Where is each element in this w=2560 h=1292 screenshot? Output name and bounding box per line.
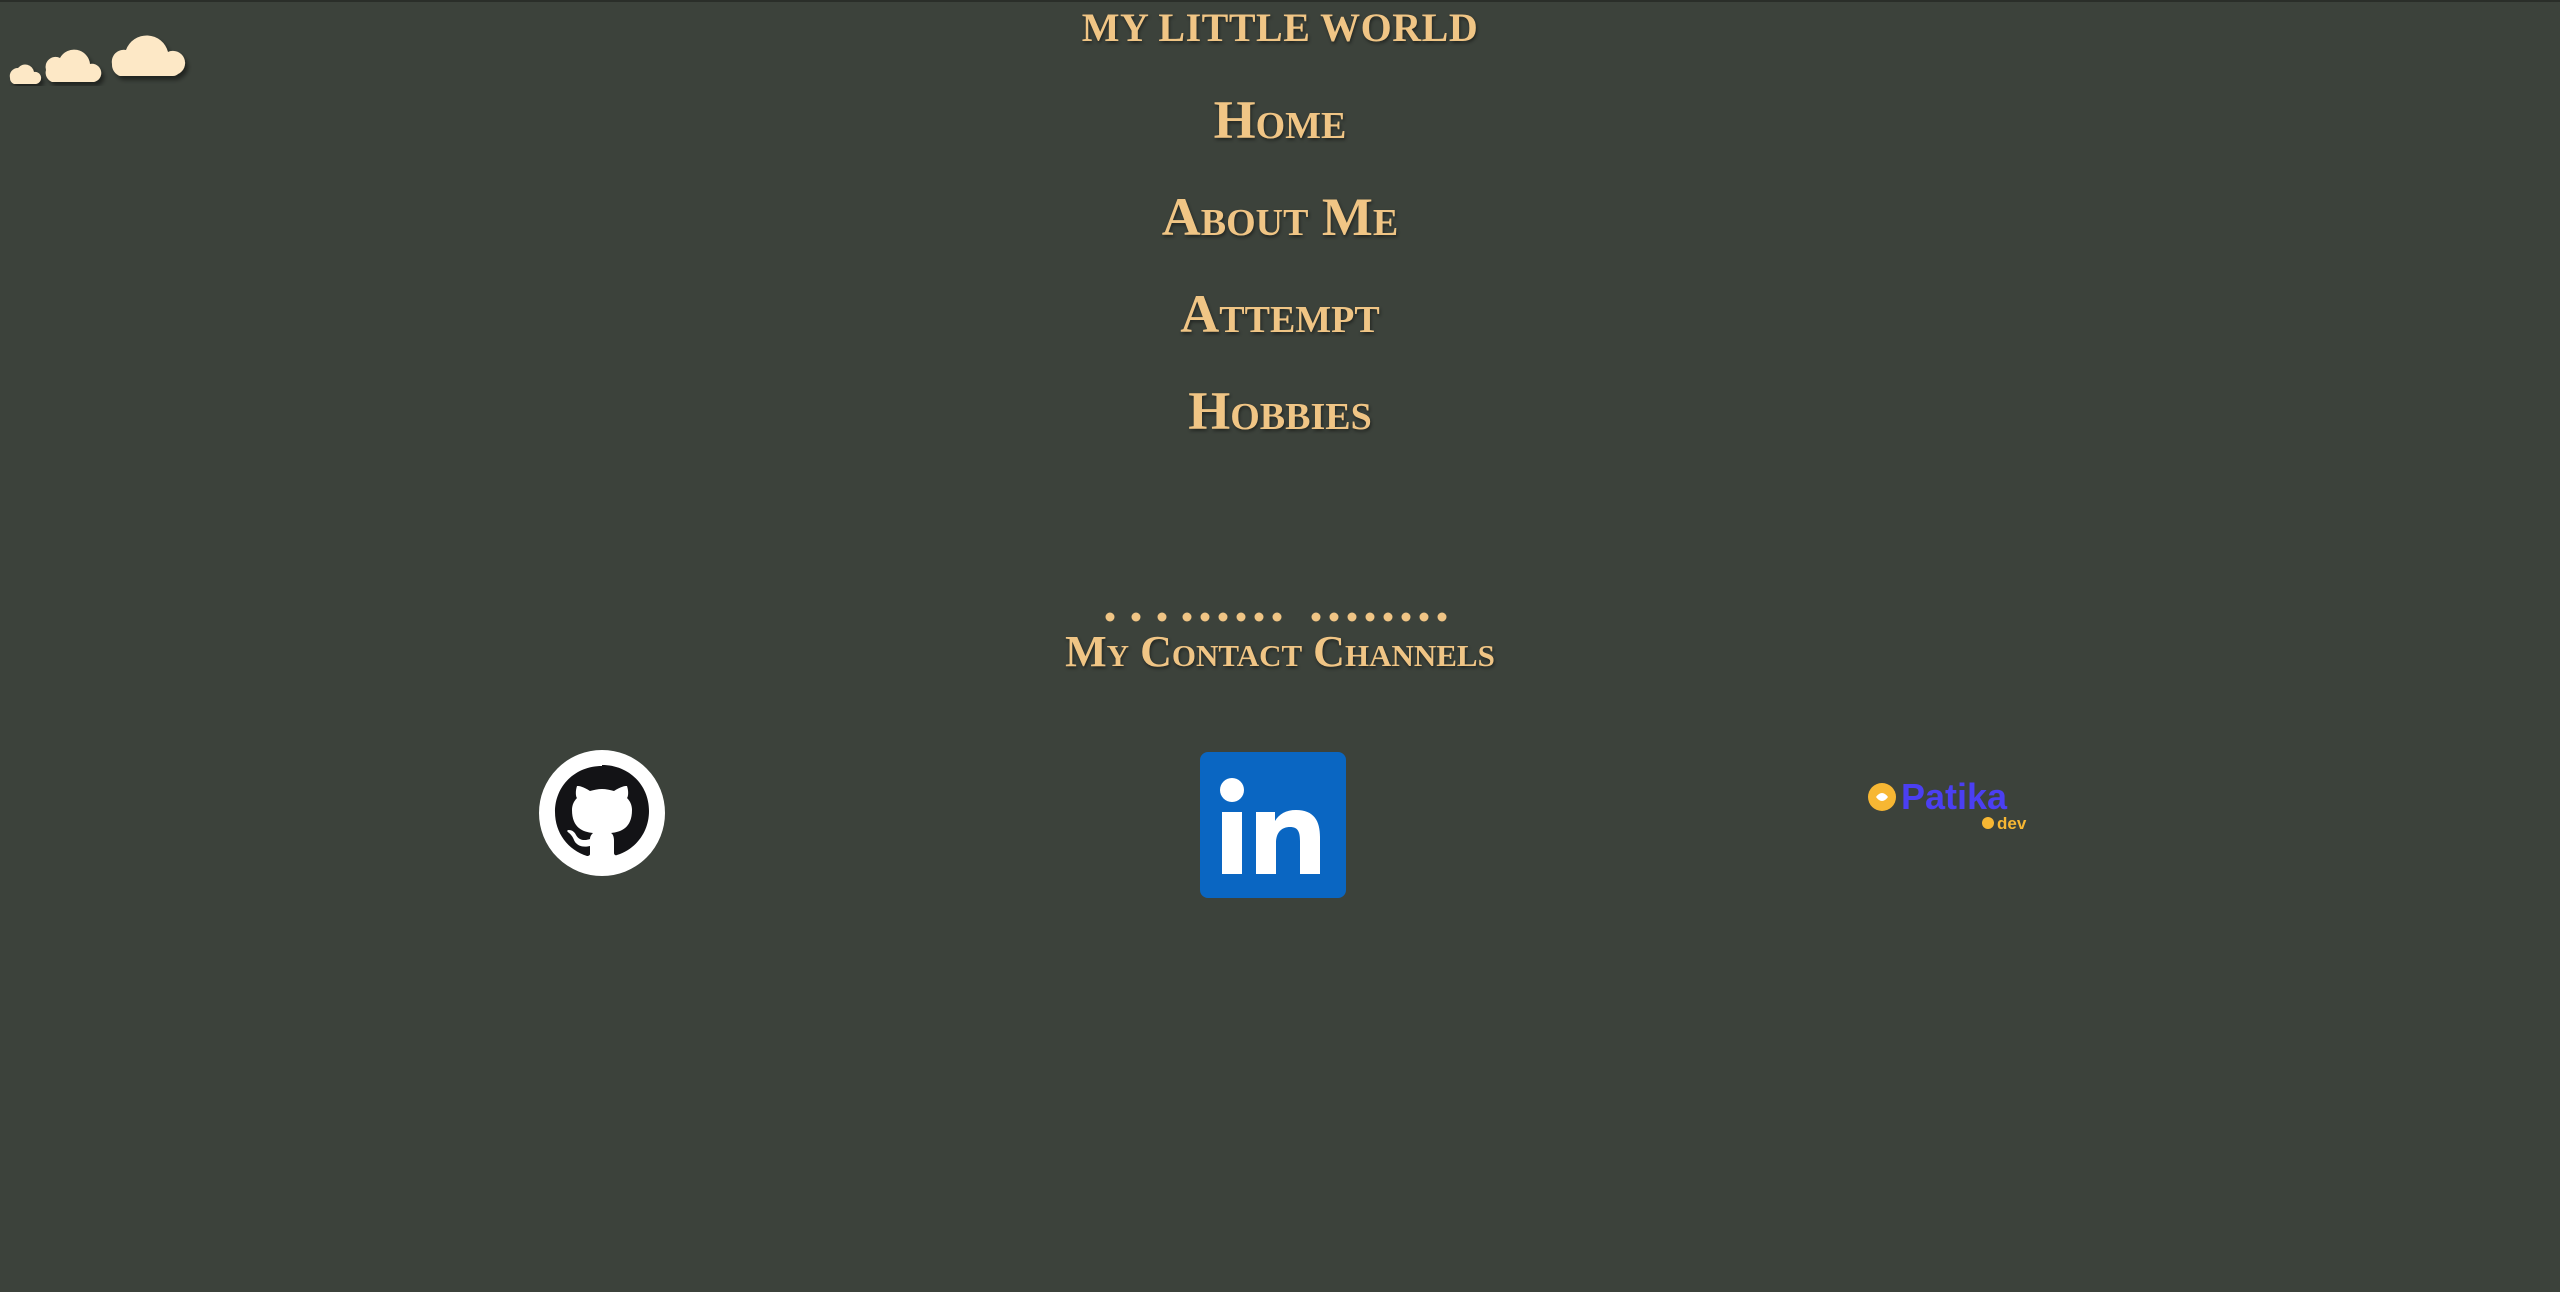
main-nav: Home About Me Attempt Hobbies: [0, 90, 2560, 478]
github-link[interactable]: [539, 750, 665, 876]
github-icon: [539, 750, 665, 876]
contact-heading: My Contact Channels: [1065, 627, 1495, 676]
linkedin-icon: [1200, 752, 1346, 898]
top-border: [0, 0, 2560, 2]
nav-item-about-me[interactable]: About Me: [1162, 187, 1399, 284]
site-title: MY LITTLE WORLD: [1081, 5, 1479, 50]
patika-link[interactable]: Patika dev: [1868, 775, 2032, 835]
patika-dev-text: dev: [1997, 814, 2027, 833]
patika-wordmark: Patika: [1901, 776, 2008, 817]
nav-item-attempt[interactable]: Attempt: [1180, 284, 1379, 381]
patika-logo: Patika dev: [1868, 776, 2027, 833]
nav-item-hobbies[interactable]: Hobbies: [1188, 381, 1372, 478]
linkedin-link[interactable]: [1200, 752, 1346, 898]
nav-item-home[interactable]: Home: [1214, 90, 1347, 187]
